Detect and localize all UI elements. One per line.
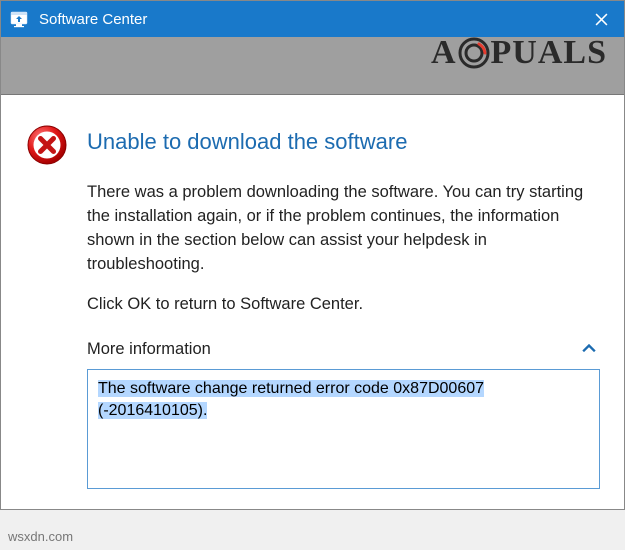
error-detail-text: The software change returned error code … [98, 380, 484, 419]
more-info-toggle[interactable]: More information [87, 340, 600, 359]
close-button[interactable] [578, 1, 624, 37]
error-ok-line: Click OK to return to Software Center. [87, 295, 600, 314]
error-heading: Unable to download the software [87, 123, 407, 155]
error-body-column: There was a problem downloading the soft… [87, 181, 600, 489]
dialog-content: Unable to download the software There wa… [1, 95, 624, 509]
error-body-text: There was a problem downloading the soft… [87, 181, 600, 277]
error-icon [25, 123, 69, 167]
window-title: Software Center [39, 11, 578, 28]
titlebar: Software Center [1, 1, 624, 37]
error-header: Unable to download the software [25, 123, 600, 167]
source-label: wsxdn.com [8, 529, 73, 544]
app-icon [9, 9, 29, 29]
chevron-up-icon [582, 341, 596, 357]
close-icon [595, 13, 608, 26]
ribbon-placeholder [1, 37, 624, 95]
dialog-window: Software Center [0, 0, 625, 510]
error-detail-box[interactable]: The software change returned error code … [87, 369, 600, 489]
more-info-label: More information [87, 340, 211, 359]
